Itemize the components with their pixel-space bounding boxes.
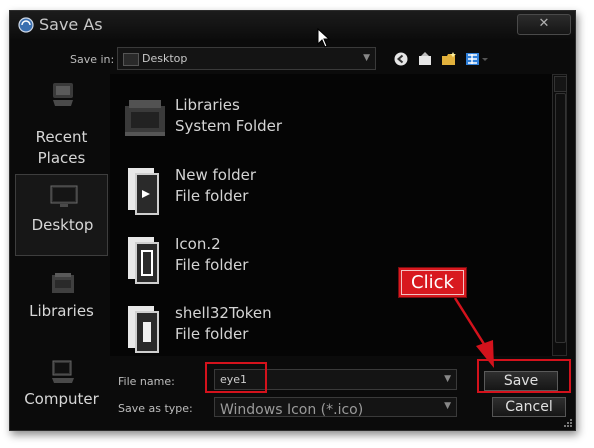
mouse-cursor-icon	[317, 28, 331, 48]
click-annotation-text: Click	[401, 270, 464, 295]
annotation-arrow	[453, 297, 494, 368]
click-annotation: Click	[398, 267, 467, 298]
